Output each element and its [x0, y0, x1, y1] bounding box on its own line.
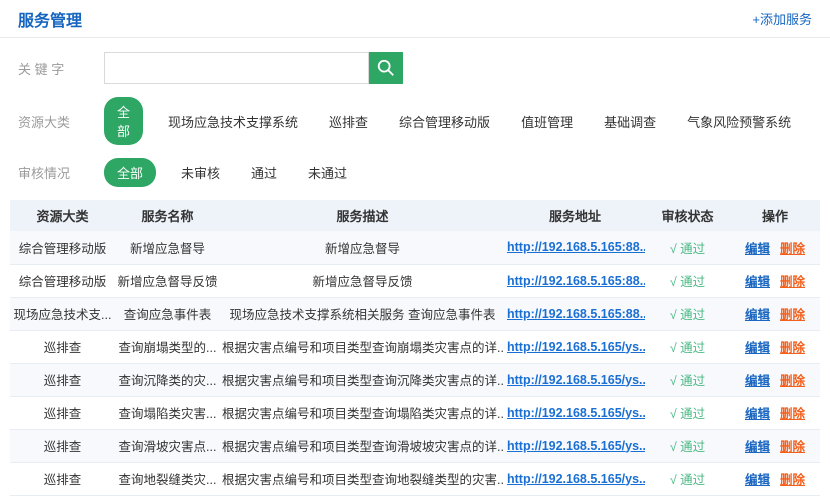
- status-passed-badge: √ 通过: [670, 473, 705, 487]
- delete-link[interactable]: 删除: [780, 308, 805, 322]
- keyword-search-row: 关 键 字: [18, 52, 812, 84]
- service-url-link[interactable]: http://192.168.5.165:88...: [507, 240, 645, 254]
- audit-filter-row: 审核情况 全部 未审核 通过 未通过: [18, 158, 812, 187]
- table-row: 巡排查 查询沉降类的灾... 根据灾害点编号和项目类型查询沉降类灾害点的详...…: [10, 363, 820, 396]
- cell-service-description: 根据灾害点编号和项目类型查询沉降类灾害点的详...: [220, 363, 505, 396]
- edit-link[interactable]: 编辑: [745, 440, 770, 454]
- cell-service-name: 查询滑坡灾害点...: [115, 429, 220, 462]
- search-button[interactable]: [369, 52, 403, 84]
- cell-category: 现场应急技术支...: [10, 297, 115, 330]
- column-header-actions: 操作: [730, 200, 820, 231]
- status-passed-badge: √ 通过: [670, 440, 705, 454]
- top-bar: 服务管理 +添加服务: [0, 0, 830, 38]
- column-header-status: 审核状态: [645, 200, 730, 231]
- edit-link[interactable]: 编辑: [745, 341, 770, 355]
- cell-category: 巡排查: [10, 429, 115, 462]
- delete-link[interactable]: 删除: [780, 341, 805, 355]
- audit-filter-all-pill[interactable]: 全部: [104, 158, 156, 187]
- cell-service-name: 查询应急事件表: [115, 297, 220, 330]
- table-row: 综合管理移动版 新增应急督导 新增应急督导 http://192.168.5.1…: [10, 231, 820, 264]
- column-header-name: 服务名称: [115, 200, 220, 231]
- delete-link[interactable]: 删除: [780, 242, 805, 256]
- table-row: 现场应急技术支... 查询应急事件表 现场应急技术支撑系统相关服务 查询应急事件…: [10, 297, 820, 330]
- services-table: 资源大类 服务名称 服务描述 服务地址 审核状态 操作 综合管理移动版 新增应急…: [10, 200, 820, 496]
- category-filter-row: 资源大类 全部 现场应急技术支撑系统 巡排查 综合管理移动版 值班管理 基础调查 气象风险…: [18, 97, 812, 145]
- audit-filter-option[interactable]: 未审核: [181, 163, 220, 182]
- edit-link[interactable]: 编辑: [745, 308, 770, 322]
- search-icon: [376, 58, 396, 78]
- keyword-input[interactable]: [104, 52, 369, 84]
- services-table-header: 资源大类 服务名称 服务描述 服务地址 审核状态 操作: [10, 200, 820, 231]
- service-url-link[interactable]: http://192.168.5.165/ys...: [507, 439, 645, 453]
- delete-link[interactable]: 删除: [780, 473, 805, 487]
- edit-link[interactable]: 编辑: [745, 275, 770, 289]
- cell-service-description: 现场应急技术支撑系统相关服务 查询应急事件表: [220, 297, 505, 330]
- category-filter-option[interactable]: 基础调查: [604, 112, 656, 131]
- delete-link[interactable]: 删除: [780, 440, 805, 454]
- cell-category: 巡排查: [10, 396, 115, 429]
- status-passed-badge: √ 通过: [670, 374, 705, 388]
- table-row: 综合管理移动版 新增应急督导反馈 新增应急督导反馈 http://192.168…: [10, 264, 820, 297]
- cell-service-description: 新增应急督导: [220, 231, 505, 264]
- audit-filter-option[interactable]: 未通过: [308, 163, 347, 182]
- category-filter-option[interactable]: 值班管理: [521, 112, 573, 131]
- column-header-category: 资源大类: [10, 200, 115, 231]
- table-row: 巡排查 查询地裂缝类灾... 根据灾害点编号和项目类型查询地裂缝类型的灾害...…: [10, 462, 820, 495]
- cell-service-name: 查询沉降类的灾...: [115, 363, 220, 396]
- category-filter-options: 现场应急技术支撑系统 巡排查 综合管理移动版 值班管理 基础调查 气象风险预警系统: [168, 112, 822, 131]
- delete-link[interactable]: 删除: [780, 407, 805, 421]
- delete-link[interactable]: 删除: [780, 275, 805, 289]
- keyword-label: 关 键 字: [18, 59, 104, 78]
- table-row: 巡排查 查询滑坡灾害点... 根据灾害点编号和项目类型查询滑坡坡灾害点的详...…: [10, 429, 820, 462]
- cell-service-name: 新增应急督导反馈: [115, 264, 220, 297]
- cell-service-description: 根据灾害点编号和项目类型查询滑坡坡灾害点的详...: [220, 429, 505, 462]
- service-url-link[interactable]: http://192.168.5.165:88...: [507, 274, 645, 288]
- category-filter-option[interactable]: 现场应急技术支撑系统: [168, 112, 298, 131]
- page-title: 服务管理: [18, 7, 82, 31]
- cell-category: 综合管理移动版: [10, 231, 115, 264]
- edit-link[interactable]: 编辑: [745, 242, 770, 256]
- edit-link[interactable]: 编辑: [745, 407, 770, 421]
- cell-service-description: 根据灾害点编号和项目类型查询塌陷类灾害点的详...: [220, 396, 505, 429]
- column-header-description: 服务描述: [220, 200, 505, 231]
- table-row: 巡排查 查询塌陷类灾害... 根据灾害点编号和项目类型查询塌陷类灾害点的详...…: [10, 396, 820, 429]
- cell-service-description: 新增应急督导反馈: [220, 264, 505, 297]
- cell-category: 综合管理移动版: [10, 264, 115, 297]
- category-filter-option[interactable]: 综合管理移动版: [399, 112, 490, 131]
- category-filter-option[interactable]: 巡排查: [329, 112, 368, 131]
- service-url-link[interactable]: http://192.168.5.165/ys...: [507, 373, 645, 387]
- category-filter-all-pill[interactable]: 全部: [104, 97, 143, 145]
- status-passed-badge: √ 通过: [670, 407, 705, 421]
- column-header-url: 服务地址: [505, 200, 645, 231]
- status-passed-badge: √ 通过: [670, 308, 705, 322]
- add-service-button[interactable]: +添加服务: [752, 9, 812, 28]
- cell-category: 巡排查: [10, 363, 115, 396]
- category-filter-option[interactable]: 气象风险预警系统: [687, 112, 791, 131]
- status-passed-badge: √ 通过: [670, 242, 705, 256]
- cell-category: 巡排查: [10, 330, 115, 363]
- service-url-link[interactable]: http://192.168.5.165/ys...: [507, 340, 645, 354]
- cell-service-description: 根据灾害点编号和项目类型查询崩塌类灾害点的详...: [220, 330, 505, 363]
- cell-service-name: 查询塌陷类灾害...: [115, 396, 220, 429]
- status-passed-badge: √ 通过: [670, 275, 705, 289]
- cell-service-name: 新增应急督导: [115, 231, 220, 264]
- cell-service-name: 查询地裂缝类灾...: [115, 462, 220, 495]
- cell-service-description: 根据灾害点编号和项目类型查询地裂缝类型的灾害...: [220, 462, 505, 495]
- audit-filter-option[interactable]: 通过: [251, 163, 277, 182]
- service-url-link[interactable]: http://192.168.5.165/ys...: [507, 406, 645, 420]
- cell-service-name: 查询崩塌类型的...: [115, 330, 220, 363]
- status-passed-badge: √ 通过: [670, 341, 705, 355]
- edit-link[interactable]: 编辑: [745, 473, 770, 487]
- service-url-link[interactable]: http://192.168.5.165:88...: [507, 307, 645, 321]
- category-filter-label: 资源大类: [18, 112, 104, 131]
- service-url-link[interactable]: http://192.168.5.165/ys...: [507, 472, 645, 486]
- cell-category: 巡排查: [10, 462, 115, 495]
- audit-filter-options: 未审核 通过 未通过: [181, 163, 378, 182]
- audit-filter-label: 审核情况: [18, 163, 104, 182]
- edit-link[interactable]: 编辑: [745, 374, 770, 388]
- delete-link[interactable]: 删除: [780, 374, 805, 388]
- table-row: 巡排查 查询崩塌类型的... 根据灾害点编号和项目类型查询崩塌类灾害点的详...…: [10, 330, 820, 363]
